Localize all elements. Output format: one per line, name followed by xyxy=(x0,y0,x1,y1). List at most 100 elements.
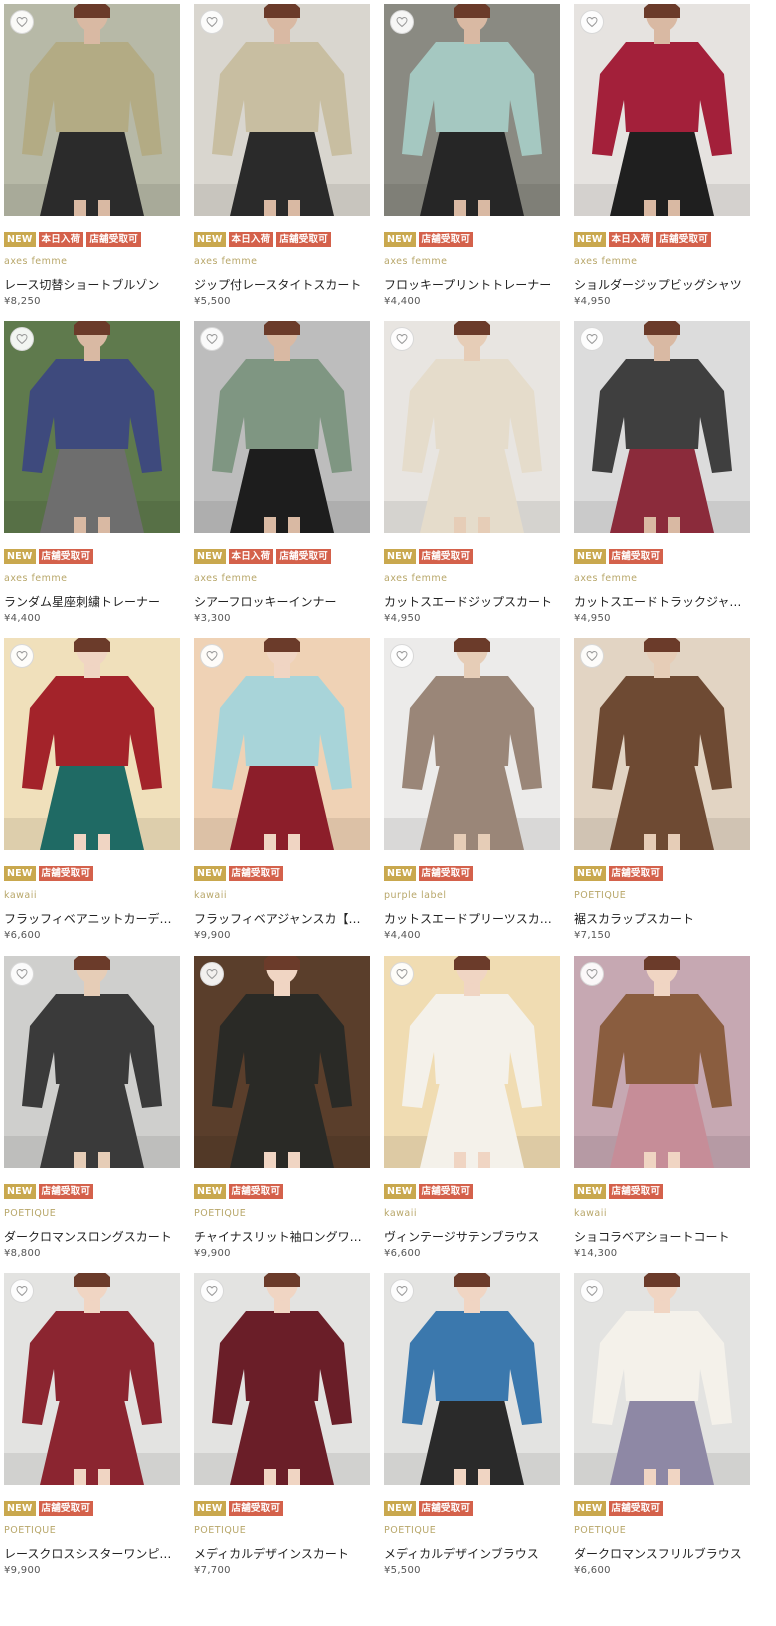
product-card[interactable]: NEW 店舗受取可 POETIQUE メディカルデザインブラウス ¥5,500 xyxy=(384,1273,560,1589)
product-price: ¥4,400 xyxy=(4,613,41,624)
product-image[interactable] xyxy=(574,4,750,216)
product-image[interactable] xyxy=(4,4,180,216)
product-image[interactable] xyxy=(384,638,560,850)
badge-row: NEW 本日入荷 店舗受取可 xyxy=(574,232,711,248)
product-image[interactable] xyxy=(194,1273,370,1485)
favorite-heart-icon[interactable] xyxy=(200,10,224,34)
product-name[interactable]: ヴィンテージサテンブラウス xyxy=(384,1228,560,1245)
product-name[interactable]: ショコラベアショートコート xyxy=(574,1228,750,1245)
new-badge: NEW xyxy=(384,1184,416,1199)
product-card[interactable]: NEW 本日入荷 店舗受取可 axes femme シアーフロッキーインナー ¥3,300 xyxy=(194,321,370,637)
product-card[interactable]: NEW 店舗受取可 axes femme カットスエードジップスカート ¥4,950 xyxy=(384,321,560,637)
product-card[interactable]: NEW 店舗受取可 kawaii フラッフィベアニットカーデ… ¥6,600 xyxy=(4,638,180,954)
product-name[interactable]: メディカルデザインブラウス xyxy=(384,1545,560,1562)
product-card[interactable]: NEW 店舗受取可 kawaii ショコラベアショートコート ¥14,300 xyxy=(574,956,750,1272)
favorite-heart-icon[interactable] xyxy=(200,327,224,351)
product-image[interactable] xyxy=(384,956,560,1168)
product-card[interactable]: NEW 店舗受取可 kawaii フラッフィベアジャンスカ【… ¥9,900 xyxy=(194,638,370,954)
product-card[interactable]: NEW 店舗受取可 POETIQUE ダークロマンスロングスカート ¥8,800 xyxy=(4,956,180,1272)
favorite-heart-icon[interactable] xyxy=(10,10,34,34)
product-image[interactable] xyxy=(574,321,750,533)
product-name[interactable]: ジップ付レースタイトスカート xyxy=(194,276,370,293)
favorite-heart-icon[interactable] xyxy=(390,10,414,34)
new-badge: NEW xyxy=(574,1501,606,1516)
product-card[interactable]: NEW 店舗受取可 POETIQUE レースクロスシスターワンピ… ¥9,900 xyxy=(4,1273,180,1589)
product-photo xyxy=(384,321,560,533)
status-badge: 店舗受取可 xyxy=(418,549,474,564)
product-name[interactable]: ダークロマンスフリルブラウス xyxy=(574,1545,750,1562)
status-badge: 本日入荷 xyxy=(38,232,84,247)
product-name[interactable]: ダークロマンスロングスカート xyxy=(4,1228,180,1245)
favorite-heart-icon[interactable] xyxy=(200,1279,224,1303)
product-card[interactable]: NEW 本日入荷 店舗受取可 axes femme ジップ付レースタイトスカート ¥5,5… xyxy=(194,4,370,320)
favorite-heart-icon[interactable] xyxy=(580,10,604,34)
favorite-heart-icon[interactable] xyxy=(390,644,414,668)
status-badge: 本日入荷 xyxy=(608,232,654,247)
product-name[interactable]: フラッフィベアニットカーデ… xyxy=(4,910,180,927)
product-image[interactable] xyxy=(194,4,370,216)
product-image[interactable] xyxy=(574,638,750,850)
product-card[interactable]: NEW 店舗受取可 axes femme カットスエードトラックジャ… ¥4,950 xyxy=(574,321,750,637)
product-card[interactable]: NEW 店舗受取可 purple label カットスエードプリーツスカ… ¥4,400 xyxy=(384,638,560,954)
product-name[interactable]: カットスエードトラックジャ… xyxy=(574,593,750,610)
product-brand: POETIQUE xyxy=(574,1525,627,1536)
favorite-heart-icon[interactable] xyxy=(580,1279,604,1303)
favorite-heart-icon[interactable] xyxy=(200,644,224,668)
favorite-heart-icon[interactable] xyxy=(10,1279,34,1303)
product-card[interactable]: NEW 店舗受取可 POETIQUE メディカルデザインスカート ¥7,700 xyxy=(194,1273,370,1589)
product-brand: POETIQUE xyxy=(4,1208,57,1219)
product-image[interactable] xyxy=(4,321,180,533)
favorite-heart-icon[interactable] xyxy=(580,962,604,986)
product-card[interactable]: NEW 店舗受取可 POETIQUE チャイナスリット袖ロングワ… ¥9,900 xyxy=(194,956,370,1272)
product-brand: axes femme xyxy=(384,573,448,584)
favorite-heart-icon[interactable] xyxy=(10,644,34,668)
product-image[interactable] xyxy=(384,4,560,216)
product-image[interactable] xyxy=(4,638,180,850)
product-price: ¥4,950 xyxy=(574,613,611,624)
product-name[interactable]: ショルダージップビッグシャツ xyxy=(574,276,750,293)
product-price: ¥4,950 xyxy=(574,296,611,307)
product-image[interactable] xyxy=(194,321,370,533)
favorite-heart-icon[interactable] xyxy=(10,962,34,986)
product-name[interactable]: メディカルデザインスカート xyxy=(194,1545,370,1562)
product-card[interactable]: NEW 本日入荷 店舗受取可 axes femme ショルダージップビッグシャツ ¥4,9… xyxy=(574,4,750,320)
product-name[interactable]: チャイナスリット袖ロングワ… xyxy=(194,1228,370,1245)
product-image[interactable] xyxy=(574,1273,750,1485)
product-image[interactable] xyxy=(384,1273,560,1485)
favorite-heart-icon[interactable] xyxy=(390,327,414,351)
product-card[interactable]: NEW 店舗受取可 axes femme フロッキープリントトレーナー ¥4,400 xyxy=(384,4,560,320)
product-name[interactable]: レース切替ショートブルゾン xyxy=(4,276,180,293)
product-name[interactable]: カットスエードプリーツスカ… xyxy=(384,910,560,927)
favorite-heart-icon[interactable] xyxy=(390,1279,414,1303)
product-name[interactable]: フラッフィベアジャンスカ【… xyxy=(194,910,370,927)
product-price: ¥8,800 xyxy=(4,1248,41,1259)
product-image[interactable] xyxy=(4,1273,180,1485)
product-card[interactable]: NEW 店舗受取可 POETIQUE ダークロマンスフリルブラウス ¥6,600 xyxy=(574,1273,750,1589)
favorite-heart-icon[interactable] xyxy=(200,962,224,986)
product-card[interactable]: NEW 本日入荷 店舗受取可 axes femme レース切替ショートブルゾン ¥8,25… xyxy=(4,4,180,320)
product-name[interactable]: シアーフロッキーインナー xyxy=(194,593,370,610)
product-name[interactable]: レースクロスシスターワンピ… xyxy=(4,1545,180,1562)
favorite-heart-icon[interactable] xyxy=(580,327,604,351)
product-image[interactable] xyxy=(384,321,560,533)
product-photo xyxy=(194,1273,370,1485)
status-badge: 本日入荷 xyxy=(228,232,274,247)
product-name[interactable]: 裾スカラップスカート xyxy=(574,910,750,927)
favorite-heart-icon[interactable] xyxy=(580,644,604,668)
favorite-heart-icon[interactable] xyxy=(390,962,414,986)
product-price: ¥9,900 xyxy=(4,1565,41,1576)
product-name[interactable]: ランダム星座刺繍トレーナー xyxy=(4,593,180,610)
product-card[interactable]: NEW 店舗受取可 kawaii ヴィンテージサテンブラウス ¥6,600 xyxy=(384,956,560,1272)
favorite-heart-icon[interactable] xyxy=(10,327,34,351)
product-image[interactable] xyxy=(194,638,370,850)
product-name[interactable]: フロッキープリントトレーナー xyxy=(384,276,560,293)
product-name[interactable]: カットスエードジップスカート xyxy=(384,593,560,610)
product-image[interactable] xyxy=(194,956,370,1168)
product-image[interactable] xyxy=(574,956,750,1168)
product-card[interactable]: NEW 店舗受取可 axes femme ランダム星座刺繍トレーナー ¥4,400 xyxy=(4,321,180,637)
badge-row: NEW 店舗受取可 xyxy=(4,549,94,565)
product-card[interactable]: NEW 店舗受取可 POETIQUE 裾スカラップスカート ¥7,150 xyxy=(574,638,750,954)
status-badge: 店舗受取可 xyxy=(228,1501,284,1516)
product-image[interactable] xyxy=(4,956,180,1168)
badge-row: NEW 店舗受取可 xyxy=(194,1501,284,1517)
